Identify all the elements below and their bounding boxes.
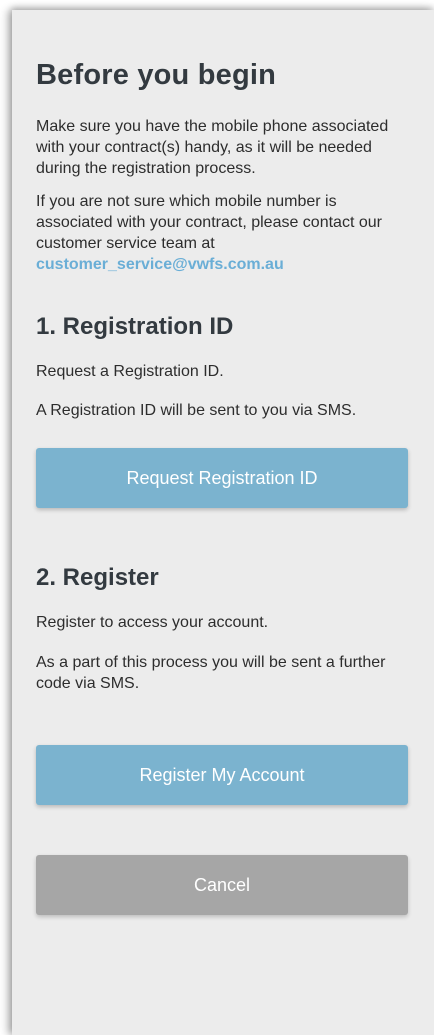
step1-line1: Request a Registration ID. <box>36 363 224 380</box>
intro-text: Make sure you have the mobile phone asso… <box>36 118 389 177</box>
customer-service-email-link[interactable]: customer_service@vwfs.com.au <box>36 256 284 273</box>
cancel-button[interactable]: Cancel <box>36 855 408 915</box>
page-title: Before you begin <box>36 59 277 91</box>
contact-text-body: If you are not sure which mobile number … <box>36 193 382 252</box>
step2-heading: 2. Register <box>36 564 159 591</box>
request-registration-id-button[interactable]: Request Registration ID <box>36 448 408 508</box>
step1-line2: A Registration ID will be sent to you vi… <box>36 402 357 419</box>
registration-panel: Before you begin Make sure you have the … <box>12 10 434 1035</box>
register-my-account-button[interactable]: Register My Account <box>36 745 408 805</box>
step1-heading: 1. Registration ID <box>36 313 234 340</box>
step2-line1: Register to access your account. <box>36 614 269 631</box>
contact-text: If you are not sure which mobile number … <box>36 191 408 275</box>
step2-line2: As a part of this process you will be se… <box>36 654 386 692</box>
